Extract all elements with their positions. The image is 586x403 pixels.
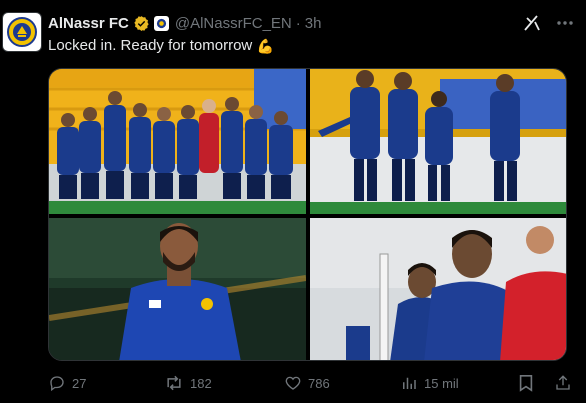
reply-icon [50,376,64,392]
like-count: 786 [308,375,330,391]
share-button[interactable] [554,372,572,394]
display-name[interactable]: AlNassr FC [48,15,129,32]
views-chart-icon [403,377,416,389]
repost-icon [167,375,181,391]
photo-players-close[interactable] [310,218,566,360]
repost-count: 182 [190,375,212,391]
reply-count: 27 [72,375,87,391]
verified-badge-icon[interactable] [133,15,150,32]
affiliate-logo-icon[interactable] [153,15,169,31]
views-button[interactable]: 15 mil [400,372,459,394]
post-header: AlNassr FC @AlNassrFC_EN · 3h [48,13,321,33]
photo-player-portrait[interactable] [49,218,306,360]
repost-button[interactable]: 182 [164,372,212,394]
post[interactable]: AlNassr FC @AlNassrFC_EN · 3h Locked in.… [0,0,586,403]
flexed-biceps-emoji: 💪 [256,38,274,54]
post-text-body: Locked in. Ready for tomorrow [48,37,253,54]
photo-squad-group[interactable] [49,69,306,214]
post-timestamp[interactable]: 3h [305,15,322,32]
photo-players-warmup[interactable] [310,69,566,214]
like-button[interactable]: 786 [284,372,330,394]
bookmark-button[interactable] [518,372,534,394]
post-text: Locked in. Ready for tomorrow 💪 [48,37,274,55]
action-bar: 27 182 786 15 mil [48,372,578,394]
club-logo-avatar[interactable] [2,12,42,52]
club-crest-icon [7,17,37,47]
reply-button[interactable]: 27 [48,372,86,394]
separator-dot: · [295,14,301,32]
heart-icon [285,376,301,390]
more-options-icon[interactable] [555,13,575,33]
share-icon [556,375,570,390]
user-handle[interactable]: @AlNassrFC_EN [175,15,292,32]
media-grid [48,68,567,361]
views-count: 15 mil [424,375,459,391]
grok-icon[interactable] [522,13,542,33]
bookmark-icon [519,374,533,392]
